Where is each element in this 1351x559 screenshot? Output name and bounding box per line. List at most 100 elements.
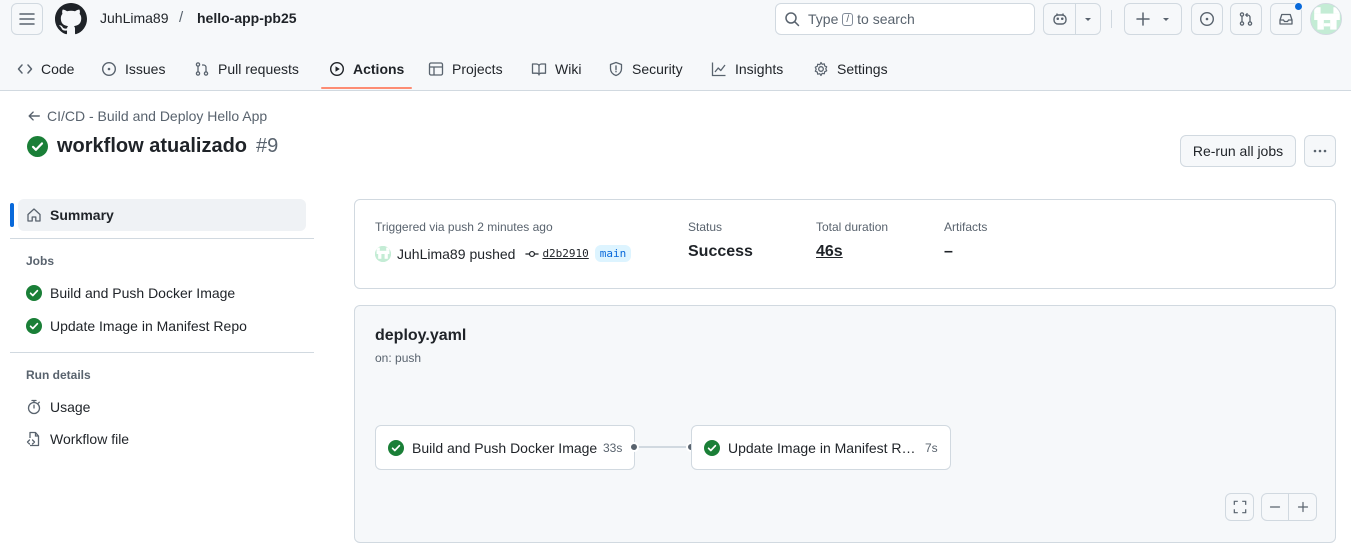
graph-icon — [711, 61, 727, 77]
duration-label: Total duration — [816, 220, 889, 234]
job-node-name: Update Image in Manifest R… — [728, 439, 916, 456]
pull-request-icon — [1238, 11, 1254, 27]
zoom-in-button[interactable] — [1289, 494, 1316, 520]
kebab-horizontal-icon — [1312, 143, 1328, 159]
play-icon — [329, 61, 345, 77]
sidebar-divider — [10, 238, 314, 239]
unread-indicator — [1294, 2, 1303, 11]
user-avatar[interactable] — [1310, 3, 1342, 35]
tab-label: Projects — [452, 61, 503, 77]
active-tab-indicator — [321, 87, 412, 89]
sidebar-jobs-heading: Jobs — [26, 254, 55, 268]
search-shortcut-key: / — [842, 12, 854, 26]
duration-value-link[interactable]: 46s — [816, 243, 843, 261]
sidebar-item-workflow-file[interactable]: Workflow file — [26, 431, 129, 447]
sidebar-item-label: Summary — [50, 207, 114, 223]
success-check-icon — [26, 285, 42, 301]
tab-security[interactable]: Security — [608, 47, 683, 91]
trigger-action: pushed — [469, 245, 516, 262]
plus-icon — [1297, 501, 1309, 513]
branch-label[interactable]: main — [594, 245, 632, 262]
job-output-port — [629, 442, 639, 452]
job-node-duration: 33s — [603, 440, 623, 455]
tab-insights[interactable]: Insights — [711, 47, 783, 91]
job-node-build[interactable]: Build and Push Docker Image 33s — [375, 425, 635, 470]
sidebar-item-label: Build and Push Docker Image — [50, 285, 236, 301]
actor-link[interactable]: JuhLima89 — [397, 246, 466, 262]
sidebar-run-details-heading: Run details — [26, 368, 91, 382]
success-check-icon — [26, 318, 42, 334]
tab-label: Settings — [837, 61, 888, 77]
book-icon — [531, 61, 547, 77]
shield-icon — [608, 61, 624, 77]
search-input[interactable]: Type / to search — [775, 3, 1035, 35]
triangle-down-icon — [1161, 14, 1171, 24]
sidebar-item-job-update[interactable]: Update Image in Manifest Repo — [26, 318, 247, 334]
status-value: Success — [688, 243, 753, 260]
success-check-icon — [704, 439, 720, 456]
tab-wiki[interactable]: Wiki — [531, 47, 581, 91]
code-icon — [17, 61, 33, 77]
success-check-icon — [388, 439, 404, 456]
sidebar-divider — [10, 352, 314, 353]
plus-icon — [1135, 11, 1151, 27]
workflow-graph-card: deploy.yaml on: push Build and Push Dock… — [354, 305, 1336, 543]
tab-settings[interactable]: Settings — [813, 47, 888, 91]
artifacts-value: – — [944, 243, 953, 260]
sidebar-item-summary[interactable]: Summary — [18, 199, 306, 231]
issue-icon — [1199, 11, 1215, 27]
hamburger-icon — [19, 11, 35, 27]
breadcrumb-owner-link[interactable]: JuhLima89 — [100, 10, 169, 26]
open-menu-button[interactable] — [11, 3, 43, 35]
copilot-menu-button[interactable] — [1076, 4, 1100, 34]
global-header: JuhLima89 / hello-app-pb25 Type / to sea… — [0, 0, 1351, 91]
copilot-icon — [1052, 11, 1068, 27]
tab-pull-requests[interactable]: Pull requests — [194, 47, 299, 91]
trigger-details: JuhLima89 pushed d2b2910 main — [375, 245, 632, 262]
git-commit-icon — [525, 247, 539, 261]
sidebar-item-label: Workflow file — [50, 431, 130, 447]
sidebar-item-usage[interactable]: Usage — [26, 399, 90, 415]
tab-code[interactable]: Code — [17, 47, 74, 91]
inbox-icon — [1278, 11, 1294, 27]
job-connector — [635, 446, 691, 448]
triangle-down-icon — [1083, 14, 1093, 24]
job-node-name: Build and Push Docker Image — [412, 439, 598, 456]
commit-link[interactable]: d2b2910 — [525, 247, 589, 261]
your-issues-button[interactable] — [1191, 3, 1223, 35]
rerun-all-jobs-button[interactable]: Re-run all jobs — [1180, 135, 1296, 167]
sidebar-item-label: Usage — [50, 399, 91, 415]
file-code-icon — [26, 431, 42, 447]
run-number: #9 — [256, 135, 279, 157]
gear-icon — [813, 61, 829, 77]
tab-label: Actions — [353, 61, 405, 77]
dash-icon — [1269, 501, 1281, 513]
tab-issues[interactable]: Issues — [101, 47, 165, 91]
screen-full-icon — [1226, 494, 1253, 520]
success-check-icon — [27, 136, 48, 157]
run-title: workflow atualizado — [57, 135, 248, 157]
tab-projects[interactable]: Projects — [428, 47, 503, 91]
more-options-button[interactable] — [1304, 135, 1336, 167]
tab-label: Pull requests — [218, 61, 299, 77]
github-logo-icon[interactable] — [55, 3, 87, 35]
tab-actions[interactable]: Actions — [329, 47, 404, 91]
table-icon — [428, 61, 444, 77]
workflow-trigger: on: push — [375, 351, 422, 365]
job-node-update[interactable]: Update Image in Manifest R… 7s — [691, 425, 951, 470]
tab-label: Issues — [125, 61, 166, 77]
tab-label: Wiki — [555, 61, 582, 77]
actor-avatar[interactable] — [375, 245, 391, 262]
copilot-button[interactable] — [1044, 4, 1077, 34]
sidebar-item-job-build[interactable]: Build and Push Docker Image — [26, 285, 235, 301]
zoom-out-button[interactable] — [1262, 494, 1289, 520]
workflow-back-link[interactable]: CI/CD - Build and Deploy Hello App — [27, 108, 267, 124]
sidebar-item-label: Update Image in Manifest Repo — [50, 318, 247, 334]
issue-icon — [101, 61, 117, 77]
breadcrumb-repo-link[interactable]: hello-app-pb25 — [197, 10, 297, 26]
create-new-button[interactable] — [1124, 3, 1182, 35]
fullscreen-button[interactable] — [1225, 493, 1254, 521]
search-icon — [784, 11, 800, 27]
your-pull-requests-button[interactable] — [1230, 3, 1262, 35]
search-placeholder-prefix: Type — [808, 11, 839, 27]
